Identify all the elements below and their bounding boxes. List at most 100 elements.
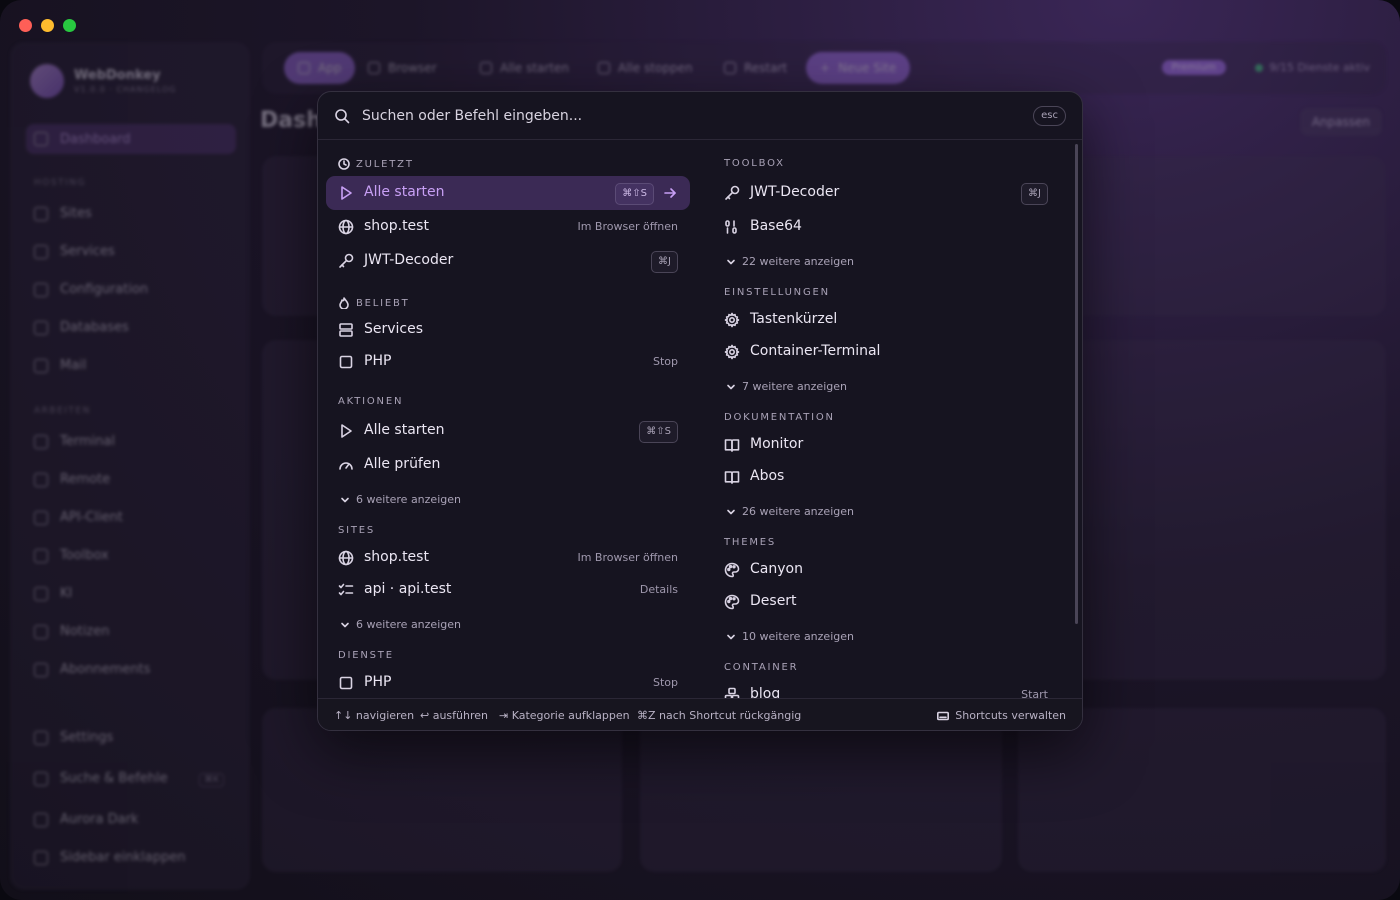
app-version: V1.0.0 · CHANGELOG [74,85,177,94]
result-php-service[interactable]: PHP Stop [326,666,690,700]
globe-icon [34,206,48,221]
app-name: WebDonkey [74,68,161,83]
palette-icon [724,562,740,578]
stop-icon [339,355,353,369]
search-row: esc [318,92,1082,140]
key-icon [339,253,354,268]
sidebar-item-dashboard[interactable]: Dashboard [26,124,236,154]
esc-key-badge[interactable]: esc [1033,106,1066,126]
result-base64-tool[interactable]: Base64 [712,210,1060,244]
api-icon [34,510,48,525]
shortcut-badge: ⌘⇧S [615,183,654,205]
keyboard-icon [937,711,950,720]
show-more-toolbox[interactable]: 22 weitere anzeigen [726,255,854,268]
section-zuletzt: ZULETZT [338,158,414,170]
result-hint: Details [639,583,678,596]
terminal-icon [34,434,48,449]
book-icon [724,471,740,484]
sidebar-item-theme[interactable]: Aurora Dark [34,812,138,827]
start-all-button[interactable]: Alle starten [466,52,583,84]
globe-icon [338,550,354,566]
result-theme-canyon[interactable]: Canyon [712,553,1060,587]
command-search-input[interactable] [362,104,1002,128]
result-theme-desert[interactable]: Desert [712,585,1060,619]
sidebar-item-terminal[interactable]: Terminal [34,434,115,449]
section-dienste: DIENSTE [338,650,394,661]
globe-icon [338,219,354,235]
gauge-icon [339,462,353,470]
sidebar-item-collapse[interactable]: Sidebar einklappen [34,850,186,865]
result-container-terminal[interactable]: Container-Terminal [712,335,1060,369]
sidebar-item-databases[interactable]: Databases [34,320,129,335]
customize-button[interactable]: Anpassen [1299,108,1382,136]
zoom-window-button[interactable] [63,19,76,32]
result-shop-test-recent[interactable]: shop.test Im Browser öffnen [326,210,690,244]
database-icon [34,320,48,335]
refresh-icon [724,62,736,74]
show-more-einstellungen[interactable]: 7 weitere anzeigen [726,380,847,393]
browser-tab-button[interactable]: Browser [354,52,451,84]
manage-shortcuts-link[interactable]: Shortcuts verwalten [937,709,1066,722]
sidebar-section-arbeiten: ARBEITEN [34,406,91,416]
sidebar-item-notizen[interactable]: Notizen [34,624,109,639]
sidebar-item-abonnements[interactable]: Abonnements [34,662,150,677]
chevron-down-icon [727,384,735,389]
show-more-themes[interactable]: 10 weitere anzeigen [726,630,854,643]
shortcut-badge: ⌘⇧S [639,421,678,443]
dashboard-icon [34,132,48,146]
app-logo [30,64,64,98]
restart-button[interactable]: Restart [710,52,801,84]
sidebar-icon [34,850,48,865]
close-window-button[interactable] [19,19,32,32]
window-controls [19,19,76,32]
sidebar: WebDonkey V1.0.0 · CHANGELOG Dashboard H… [10,42,250,890]
play-icon [341,186,352,200]
checklist-icon [338,583,354,596]
sidebar-item-settings[interactable]: Settings [34,730,113,745]
result-hint: Im Browser öffnen [577,551,678,564]
book-icon [724,439,740,452]
wrench-icon [34,548,48,563]
result-php-popular[interactable]: PHP Stop [326,345,690,379]
sidebar-item-remote[interactable]: Remote [34,472,110,487]
result-alle-starten-action[interactable]: Alle starten ⌘⇧S [326,414,690,448]
result-jwt-decoder-recent[interactable]: JWT-Decoder ⌘J [326,244,690,278]
chevron-down-icon [727,509,735,514]
arrow-right-icon [664,188,676,198]
sidebar-item-sites[interactable]: Sites [34,206,92,221]
app-window: WebDonkey V1.0.0 · CHANGELOG Dashboard H… [0,0,1400,900]
result-abos-doc[interactable]: Abos [712,460,1060,494]
sidebar-item-search[interactable]: Suche & Befehle [34,771,168,786]
command-palette: esc ZULETZT Alle starten ⌘⇧S shop.test I… [317,91,1083,731]
card-icon [34,662,48,677]
show-more-aktionen[interactable]: 6 weitere anzeigen [340,493,461,506]
result-alle-starten-recent[interactable]: Alle starten ⌘⇧S [326,176,690,210]
result-services-popular[interactable]: Services [326,313,690,347]
sidebar-item-ki[interactable]: KI [34,586,72,601]
robot-icon [34,586,48,601]
minimize-window-button[interactable] [41,19,54,32]
premium-badge[interactable]: Premium [1161,60,1226,75]
result-api-test-site[interactable]: api · api.test Details [326,573,690,607]
sidebar-item-mail[interactable]: Mail [34,358,86,373]
section-sites: SITES [338,525,376,536]
show-more-dokumentation[interactable]: 26 weitere anzeigen [726,505,854,518]
result-shop-test-site[interactable]: shop.test Im Browser öffnen [326,541,690,575]
result-monitor-doc[interactable]: Monitor [712,428,1060,462]
result-alle-pruefen-action[interactable]: Alle prüfen [326,448,690,482]
chevron-down-icon [341,497,349,502]
sidebar-item-configuration[interactable]: Configuration [34,282,148,297]
app-tab-button[interactable]: App [284,52,356,84]
brand: WebDonkey V1.0.0 · CHANGELOG [30,64,176,98]
sidebar-item-api-client[interactable]: API-Client [34,510,123,525]
palette-scrollbar[interactable] [1075,144,1078,624]
show-more-sites[interactable]: 6 weitere anzeigen [340,618,461,631]
result-tastenkuerzel[interactable]: Tastenkürzel [712,303,1060,337]
sidebar-item-services[interactable]: Services [34,244,115,259]
section-dokumentation: DOKUMENTATION [724,412,835,423]
hint-undo-shortcut: ⌘Z nach Shortcut rückgängig [637,709,802,722]
sidebar-item-toolbox[interactable]: Toolbox [34,548,109,563]
new-site-button[interactable]: + Neue Site [806,52,911,84]
stop-all-button[interactable]: Alle stoppen [584,52,707,84]
result-jwt-decoder-tool[interactable]: JWT-Decoder ⌘J [712,176,1060,210]
